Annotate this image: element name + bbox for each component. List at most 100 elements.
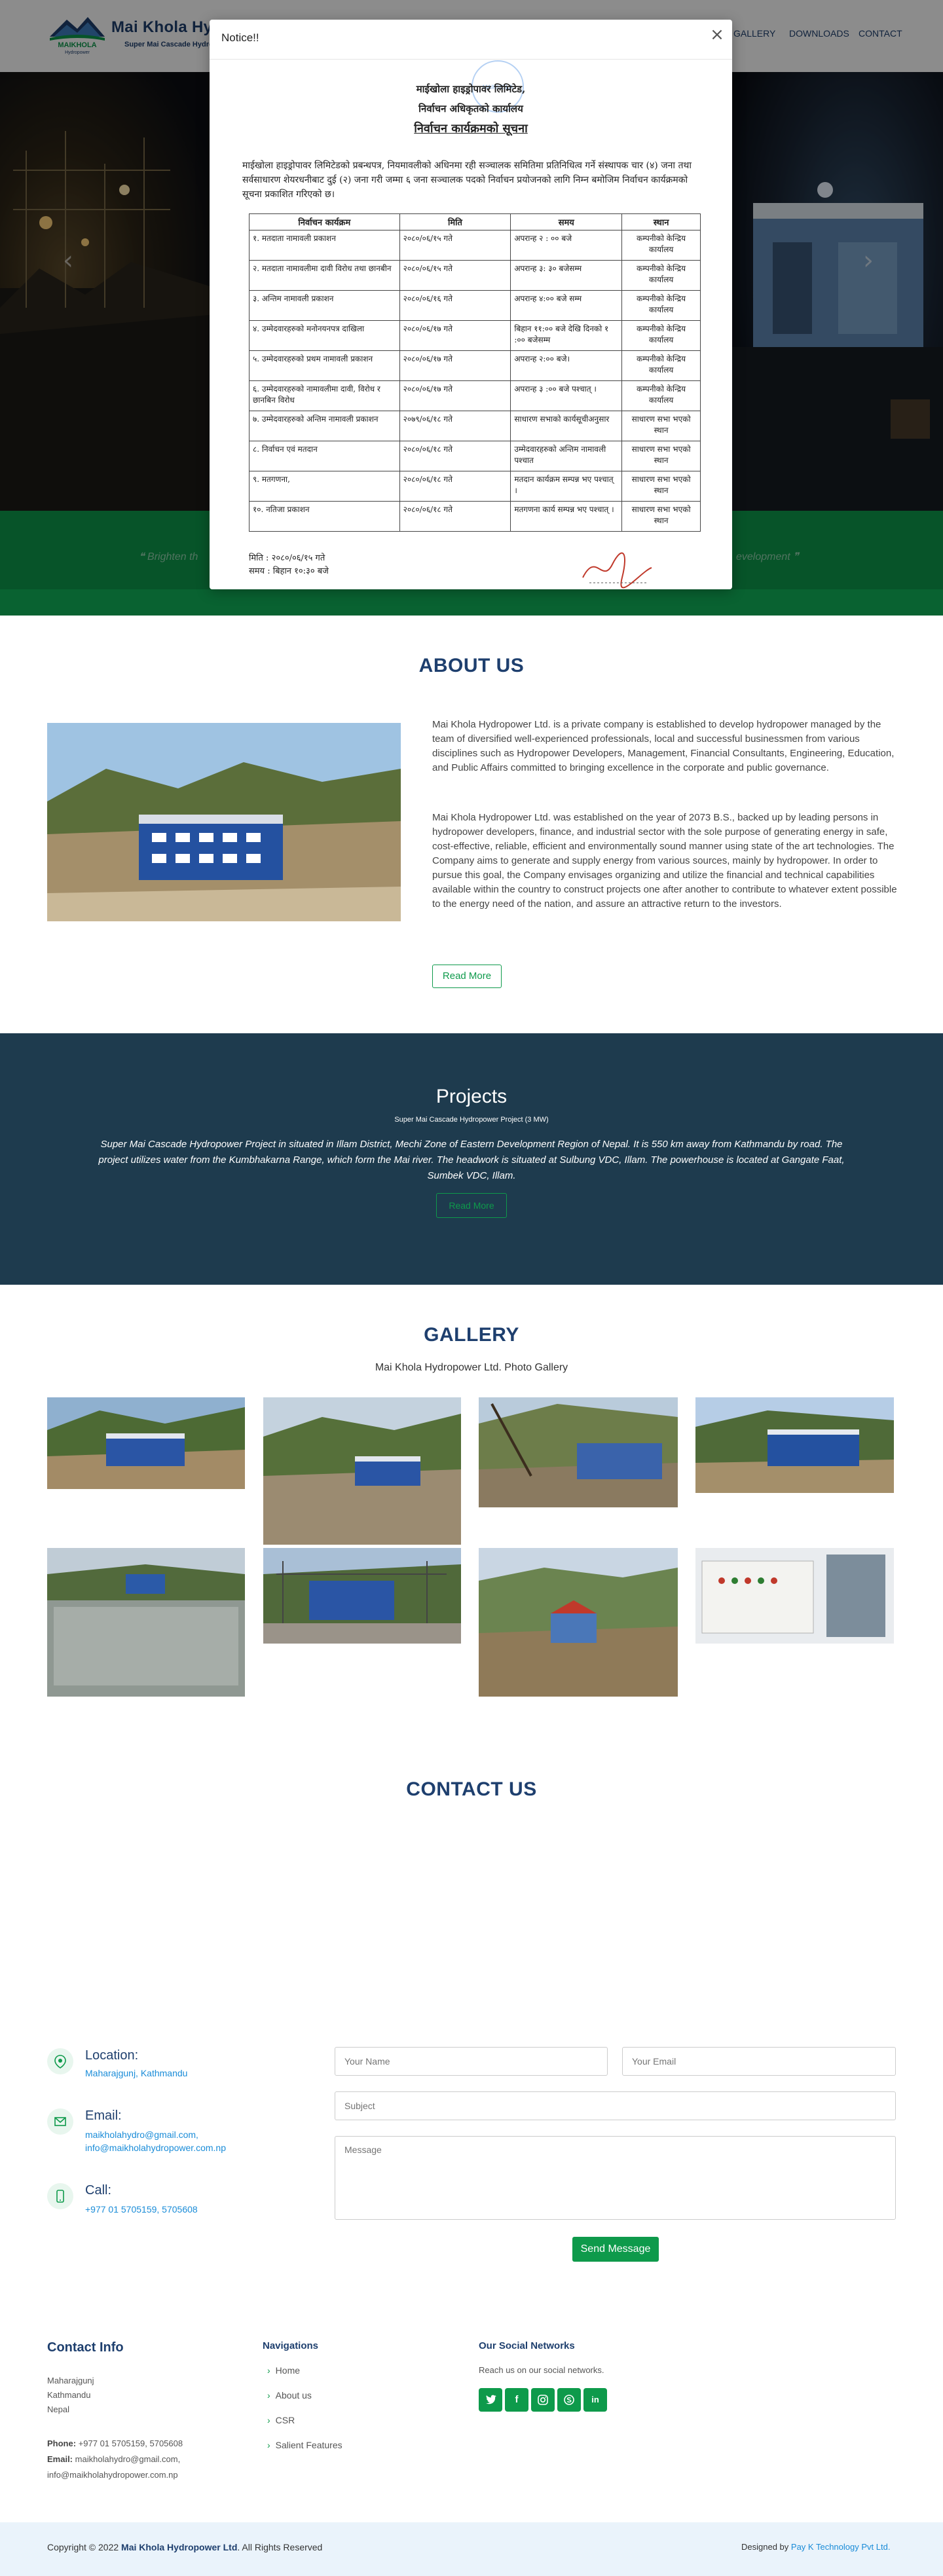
facebook-icon[interactable]: f [505, 2388, 528, 2412]
email-input[interactable] [622, 2047, 896, 2076]
gallery-image[interactable] [47, 1548, 245, 1697]
footer-social-text: Reach us on our social networks. [479, 2365, 604, 2375]
table-row: ९. मतगणना, २०८०/०६/१८ गते मतदान कार्यक्रम … [249, 471, 701, 502]
gallery-image[interactable] [479, 1397, 678, 1507]
cell: कम्पनीको केन्द्रिय कार्यालय [621, 230, 701, 261]
table-row: ४. उम्मेदवारहरुको मनोनयनपत्र दाखिला २०८०/… [249, 320, 701, 351]
doc-paragraph: माईखोला हाइड्रोपावर लिमिटेडको प्रबन्धपत्… [242, 160, 692, 200]
table-row: ५. उम्मेदवारहरुको प्रथम नामावली प्रकाशन २… [249, 350, 701, 381]
designed-prefix: Designed by [741, 2542, 789, 2552]
cell: अपरान्ह ३: ३० बजेसम्म [510, 260, 623, 291]
footer-phone-label: Phone: [47, 2438, 77, 2448]
table-row: १०. नतिजा प्रकाशन २०८०/०६/१८ गते मतगणना का… [249, 501, 701, 532]
projects-description: Super Mai Cascade Hydropower Project in … [98, 1139, 845, 1181]
cell: बिहान ११:०० बजे देखि दिनको १ :०० बजेसम्म [510, 320, 623, 351]
cell: ७. उम्मेदवारहरुको अन्तिम नामावली प्रकाशन [249, 411, 400, 441]
col-program: निर्वाचन कार्यक्रम [249, 213, 400, 230]
footer-nav-salient[interactable]: › Salient Features [267, 2440, 342, 2450]
projects-section: Projects Super Mai Cascade Hydropower Pr… [0, 1033, 943, 1285]
doc-org: माईखोला हाइड्रोपावर लिमिटेड, [416, 83, 526, 95]
table-row: ६. उम्मेदवारहरुको नामावलीमा दावी, विरोध … [249, 380, 701, 411]
col-time: समय [510, 213, 623, 230]
col-place: स्थान [621, 213, 701, 230]
call-value[interactable]: +977 01 5705159, 5705608 [85, 2203, 198, 2216]
cell: साधारण सभा भएको स्थान [621, 441, 701, 471]
cell: कम्पनीको केन्द्रिय कार्यालय [621, 260, 701, 291]
table-row: २. मतदाता नामावलीमा दावी विरोध तथा छानबी… [249, 260, 701, 291]
footer-address-1: Maharajgunj [47, 2376, 94, 2385]
footer-contact-title: Contact Info [47, 2340, 124, 2355]
schedule-table: निर्वाचन कार्यक्रम मिति समय स्थान १. मतद… [249, 213, 701, 532]
doc-heading: निर्वाचन कार्यक्रमको सूचना [414, 122, 528, 136]
cell: ५. उम्मेदवारहरुको प्रथम नामावली प्रकाशन [249, 350, 400, 381]
location-label: Location: [85, 2048, 139, 2063]
gallery-subtitle: Mai Khola Hydropower Ltd. Photo Gallery [375, 1362, 568, 1373]
close-icon[interactable]: × [709, 26, 726, 43]
email-value-1[interactable]: maikholahydro@gmail.com, [85, 2128, 198, 2141]
about-read-more-button[interactable]: Read More [432, 965, 502, 988]
name-input[interactable] [335, 2047, 608, 2076]
modal-divider [210, 59, 732, 60]
cell: कम्पनीको केन्द्रिय कार्यालय [621, 320, 701, 351]
projects-subtitle: Super Mai Cascade Hydropower Project (3 … [394, 1116, 549, 1124]
gallery-image[interactable] [263, 1397, 461, 1545]
gallery-image[interactable] [263, 1548, 461, 1644]
cell: २०७९/०६/१८ गते [399, 411, 511, 441]
cell: साधारण सभा भएको स्थान [621, 501, 701, 532]
cell: मतदान कार्यक्रम सम्पन्न भए पश्चात् । [510, 471, 623, 502]
gallery-image[interactable] [479, 1548, 678, 1697]
col-date: मिति [399, 213, 511, 230]
send-message-button[interactable]: Send Message [572, 2237, 659, 2262]
cell: २०८०/०६/१५ गते [399, 230, 511, 261]
doc-time: समय : बिहान १०:३० बजे [249, 566, 329, 576]
cell: २०८०/०६/१६ गते [399, 290, 511, 321]
footer-address-2: Kathmandu [47, 2390, 91, 2400]
copyright-prefix: Copyright © 2022 [47, 2542, 119, 2552]
phone-icon [47, 2183, 73, 2209]
doc-office: निर्वाचन अधिकृतको कार्यालय [418, 103, 523, 115]
cell: २०८०/०६/१८ गते [399, 471, 511, 502]
footer-nav-label: CSR [275, 2415, 295, 2425]
cell: ३. अन्तिम नामावली प्रकाशन [249, 290, 400, 321]
chevron-right-icon: › [267, 2440, 270, 2450]
footer-nav-label: Salient Features [275, 2440, 342, 2450]
call-label: Call: [85, 2183, 112, 2198]
contact-title: CONTACT US [406, 1778, 537, 1800]
email-icon [47, 2108, 73, 2135]
skype-icon[interactable] [557, 2388, 581, 2412]
gallery-image[interactable] [695, 1548, 894, 1644]
footer-email-value-1[interactable]: maikholahydro@gmail.com, [75, 2454, 181, 2464]
table-row: ८. निर्वाचन एवं मतदान २०८०/०६/१८ गते उम्मे… [249, 441, 701, 471]
copyright-text: Copyright © 2022 Mai Khola Hydropower Lt… [47, 2542, 322, 2552]
projects-read-more-button[interactable]: Read More [436, 1193, 507, 1218]
footer-nav-csr[interactable]: › CSR [267, 2415, 295, 2425]
footer-email-value-2[interactable]: info@maikholahydropower.com.np [47, 2469, 178, 2482]
copyright-suffix: . All Rights Reserved [237, 2542, 323, 2552]
subject-input[interactable] [335, 2091, 896, 2120]
table-row: ३. अन्तिम नामावली प्रकाशन २०८०/०६/१६ गते अ… [249, 290, 701, 321]
footer-nav-home[interactable]: › Home [267, 2365, 300, 2376]
table-row: ७. उम्मेदवारहरुको अन्तिम नामावली प्रकाशन… [249, 411, 701, 441]
gallery-title: GALLERY [424, 1324, 519, 1346]
linkedin-icon[interactable]: in [583, 2388, 607, 2412]
cell: अपरान्ह २:०० बजे। [510, 350, 623, 381]
cell: मतगणना कार्य सम्पन्न भए पश्चात् । [510, 501, 623, 532]
footer-phone-value: +977 01 5705159, 5705608 [78, 2438, 183, 2448]
copyright-company: Mai Khola Hydropower Ltd [121, 2542, 238, 2552]
notice-modal: Notice!! × MAIKHOLA माईखोला हाइड्रोपावर … [210, 20, 732, 589]
footer-nav-about[interactable]: › About us [267, 2390, 312, 2401]
footer-nav-title: Navigations [263, 2340, 319, 2351]
footer-address-3: Nepal [47, 2404, 69, 2414]
email-value-2[interactable]: info@maikholahydropower.com.np [85, 2141, 226, 2154]
about-title: ABOUT US [418, 655, 525, 676]
cell: साधारण सभा भएको स्थान [621, 471, 701, 502]
cell: ६. उम्मेदवारहरुको नामावलीमा दावी, विरोध … [249, 380, 400, 411]
signature-icon [582, 552, 652, 589]
instagram-icon[interactable] [531, 2388, 555, 2412]
designer-link[interactable]: Pay K Technology Pvt Ltd. [791, 2542, 891, 2552]
gallery-image[interactable] [695, 1397, 894, 1493]
twitter-icon[interactable] [479, 2388, 502, 2412]
location-value: Maharajgunj, Kathmandu [85, 2068, 188, 2078]
message-textarea[interactable] [335, 2136, 896, 2220]
gallery-image[interactable] [47, 1397, 245, 1489]
